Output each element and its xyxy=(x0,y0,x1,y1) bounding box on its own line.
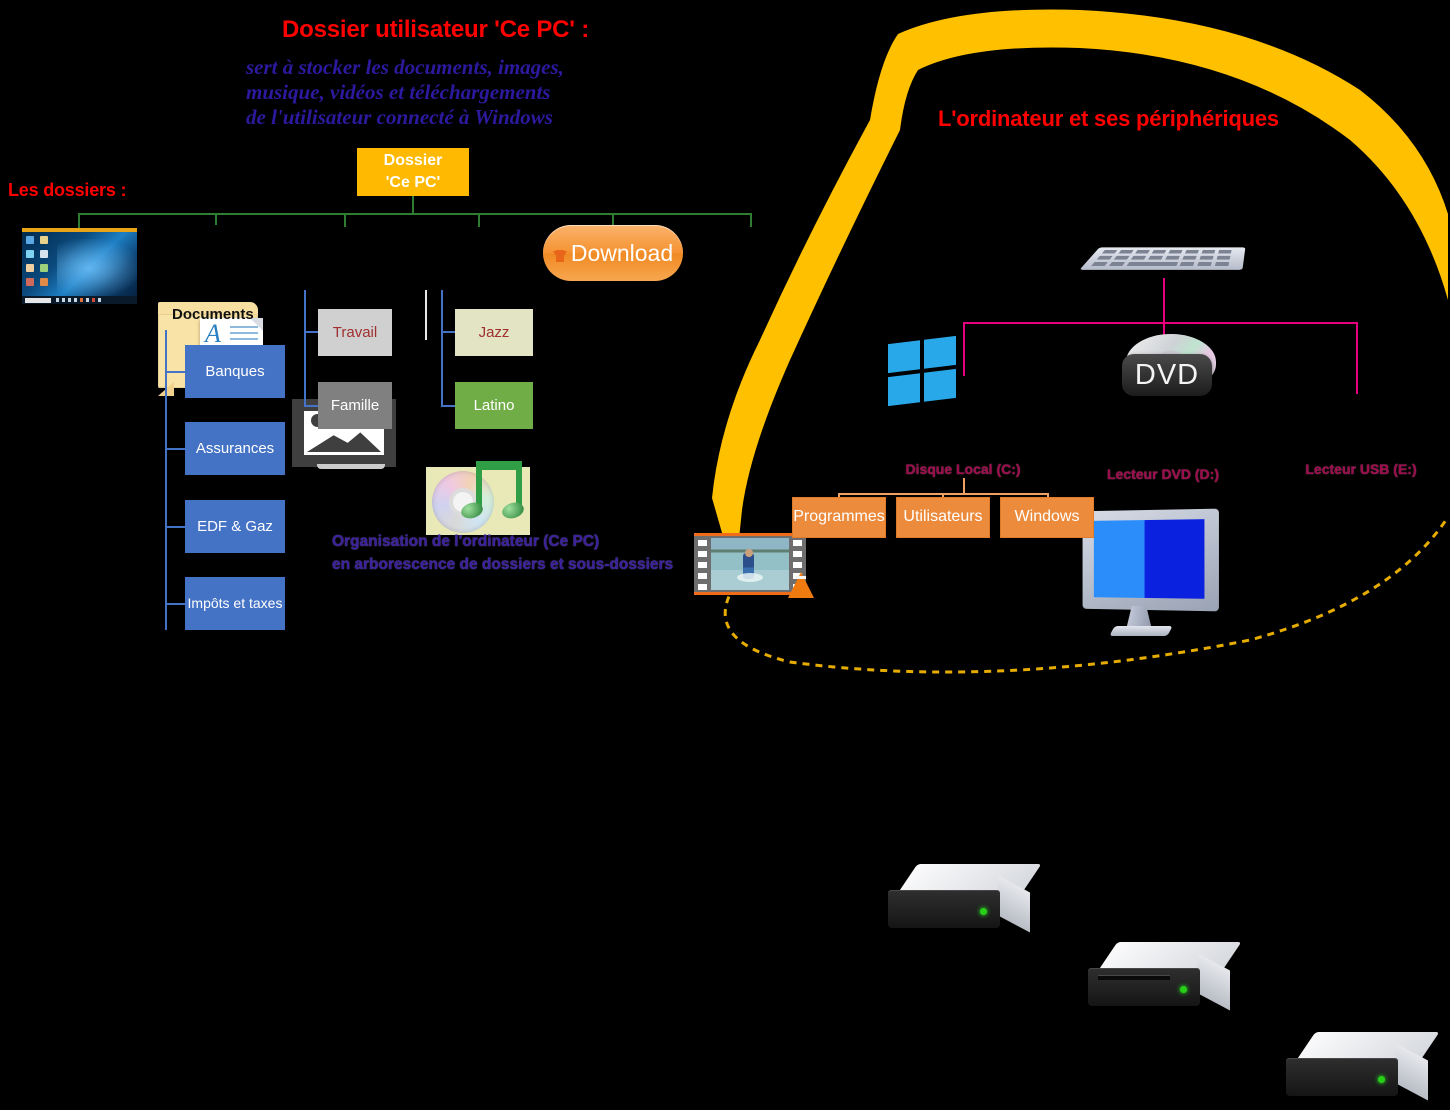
taskbar-icon xyxy=(86,298,89,302)
desktop-icon xyxy=(40,236,48,244)
drive-led-indicator xyxy=(980,908,987,915)
connector-horizontal-bus xyxy=(78,213,750,215)
dvd-badge-text: DVD xyxy=(1134,358,1200,391)
documents-children-spine xyxy=(165,330,167,630)
download-button-label: Download xyxy=(570,239,674,266)
connector-documents-edf xyxy=(165,526,185,528)
vlc-cone-icon xyxy=(788,572,814,598)
folder-box-latino[interactable]: Latino xyxy=(455,382,533,429)
videos-thumbnail[interactable] xyxy=(694,533,814,598)
subtitle-line-3: de l'utilisateur connecté à Windows xyxy=(246,105,553,129)
desktop-thumbnail[interactable] xyxy=(22,228,137,304)
connector-to-disk-c xyxy=(963,322,965,376)
drive-lecteur-usb-e[interactable] xyxy=(1286,1032,1440,1110)
connector-to-pictures xyxy=(344,213,346,227)
root-folder-line1: Dossier xyxy=(383,152,443,169)
note-line-2: en arborescence de dossiers et sous-doss… xyxy=(332,556,674,573)
connector-documents-impots xyxy=(165,603,185,605)
desktop-icon xyxy=(26,278,34,286)
connector-documents-banques xyxy=(165,371,185,373)
desktop-icon xyxy=(26,236,34,244)
monitor-bezel xyxy=(1082,508,1219,612)
diagram-canvas: Dossier utilisateur 'Ce PC' : sert à sto… xyxy=(0,0,1450,1101)
music-children-spine xyxy=(441,290,443,407)
drive-led-indicator xyxy=(1180,986,1187,993)
folder-box-famille[interactable]: Famille xyxy=(318,382,392,429)
connector-drives-bus xyxy=(963,322,1357,324)
folder-box-impots-taxes[interactable]: Impôts et taxes xyxy=(185,577,285,630)
monitor-foot xyxy=(1109,626,1173,636)
monitor-screen xyxy=(1093,519,1205,599)
desktop-wallpaper-glow xyxy=(56,239,137,304)
pictures-children-spine xyxy=(304,290,306,407)
page-letter-a: A xyxy=(205,319,221,348)
folder-box-windows[interactable]: Windows xyxy=(1000,497,1094,538)
drive-led-indicator xyxy=(1378,1076,1385,1083)
taskbar-icon xyxy=(98,298,101,302)
subtitle-line-1: sert à stocker les documents, images, xyxy=(246,55,564,79)
desktop-icon xyxy=(40,250,48,258)
computer-monitor xyxy=(1080,508,1230,636)
computer-keyboard xyxy=(1079,238,1250,284)
note-line-1: Organisation de l'ordinateur (Ce PC) xyxy=(332,533,600,550)
connector-to-documents xyxy=(215,213,217,225)
drive-lecteur-dvd-d[interactable] xyxy=(1088,942,1242,1020)
root-folder-box[interactable]: Dossier 'Ce PC' xyxy=(357,148,469,196)
desktop-search-box xyxy=(25,297,51,303)
desktop-icon xyxy=(40,278,48,286)
folder-box-assurances[interactable]: Assurances xyxy=(185,422,285,475)
keyboard-body xyxy=(1079,247,1246,270)
subtitle-line-2: musique, vidéos et téléchargements xyxy=(246,80,551,104)
desktop-icon xyxy=(40,264,48,272)
folders-label: Les dossiers : xyxy=(8,180,127,200)
connector-to-usb xyxy=(1356,322,1358,394)
folder-box-edf-gaz[interactable]: EDF & Gaz xyxy=(185,500,285,553)
connector-computer-down xyxy=(1163,278,1165,323)
desktop-icon xyxy=(26,264,34,272)
drive-label-lecteur-usb-e: Lecteur USB (E:) xyxy=(1305,461,1417,477)
left-section-title: Dossier utilisateur 'Ce PC' : xyxy=(282,16,590,43)
connector-documents-assurances xyxy=(165,448,185,450)
connector-to-music xyxy=(478,213,480,227)
drive-label-disque-local-c: Disque Local (C:) xyxy=(905,461,1021,477)
taskbar-icon xyxy=(56,298,59,302)
taskbar-icon xyxy=(68,298,71,302)
folder-box-banques[interactable]: Banques xyxy=(185,345,285,398)
pictures-icon-base xyxy=(317,464,385,469)
download-button[interactable]: Download xyxy=(543,225,683,281)
folder-box-jazz[interactable]: Jazz xyxy=(455,309,533,356)
taskbar-icon xyxy=(62,298,65,302)
music-icon[interactable] xyxy=(426,461,530,535)
dvd-disc-slot xyxy=(1098,975,1170,980)
drive-disque-local-c[interactable] xyxy=(888,864,1042,942)
documents-folder-label: Documents xyxy=(172,306,254,323)
folder-box-utilisateurs[interactable]: Utilisateurs xyxy=(896,497,990,538)
connector-to-videos xyxy=(750,213,752,227)
connector-to-desktop xyxy=(78,213,80,229)
dvd-disc-graphic: DVD xyxy=(1092,334,1242,396)
root-folder-line2: 'Ce PC' xyxy=(385,174,441,191)
desktop-icon xyxy=(26,250,34,258)
taskbar-icon xyxy=(80,298,83,302)
music-separator-line xyxy=(425,290,427,340)
connector-disk-c-down xyxy=(963,478,965,494)
right-section-title: L'ordinateur et ses périphériques xyxy=(938,106,1279,131)
download-arrow-icon xyxy=(552,249,567,262)
dvd-badge: DVD xyxy=(1122,354,1212,396)
windows-logo-icon xyxy=(888,335,956,407)
organisation-note: Organisation de l'ordinateur (Ce PC) en … xyxy=(332,530,673,576)
folder-box-programmes[interactable]: Programmes xyxy=(792,497,886,538)
drive-label-lecteur-dvd-d: Lecteur DVD (D:) xyxy=(1106,466,1219,482)
connector-root-down xyxy=(412,196,414,214)
left-section-subtitle: sert à stocker les documents, images, mu… xyxy=(246,55,564,130)
taskbar-icon xyxy=(92,298,95,302)
folder-box-travail[interactable]: Travail xyxy=(318,309,392,356)
taskbar-icon xyxy=(74,298,77,302)
cd-disc-shape xyxy=(432,471,494,533)
